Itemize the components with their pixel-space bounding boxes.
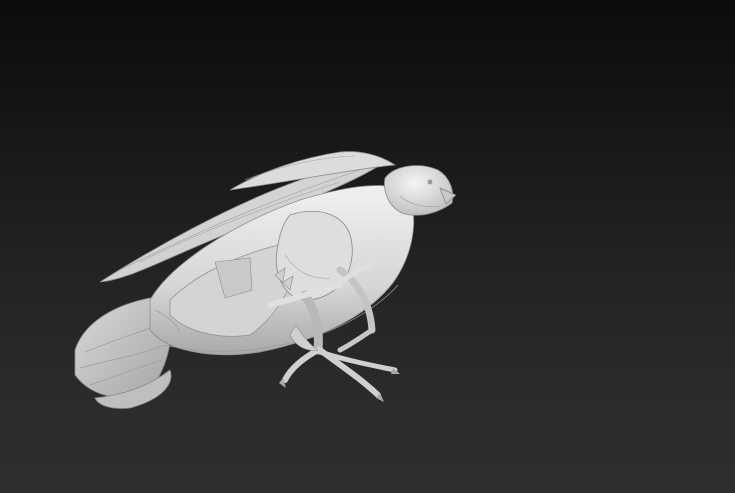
bird-model[interactable] <box>74 151 457 409</box>
3d-viewport[interactable] <box>0 0 735 493</box>
head <box>384 165 457 216</box>
viewport-canvas[interactable] <box>0 0 735 493</box>
eye <box>427 179 433 185</box>
